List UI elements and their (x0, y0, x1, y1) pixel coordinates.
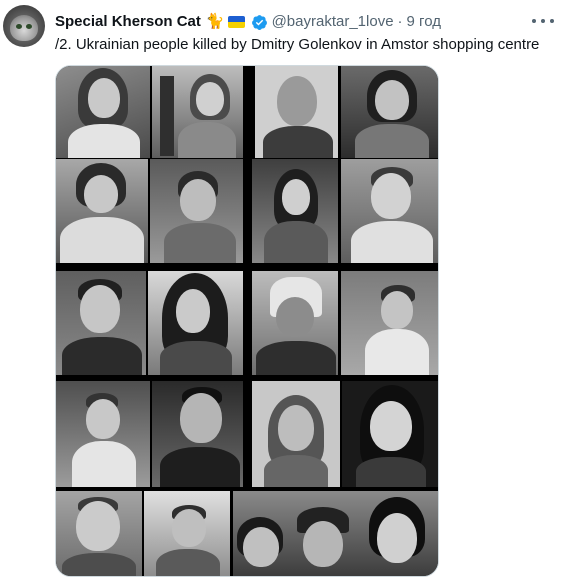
cat-emoji-icon: 🐈 (205, 13, 225, 30)
photo-12 (341, 271, 438, 375)
photo-16 (342, 381, 438, 487)
photo-11 (252, 271, 338, 375)
display-name[interactable]: Special Kherson Cat (55, 12, 201, 32)
photo-2 (152, 66, 243, 158)
separator-dot: · (397, 13, 403, 30)
photo-9 (56, 271, 146, 375)
tweet-header: Special Kherson Cat 🐈 @bayraktar_1love ·… (55, 11, 441, 33)
photo-8 (341, 159, 438, 263)
avatar-eye-left (16, 24, 22, 29)
photo-7 (252, 159, 338, 263)
avatar-eye-right (26, 24, 32, 29)
photo-15 (252, 381, 340, 487)
photo-3 (255, 66, 338, 158)
photo-1 (56, 66, 150, 158)
tweet[interactable]: Special Kherson Cat 🐈 @bayraktar_1love ·… (0, 0, 567, 579)
photo-5 (56, 159, 148, 263)
ukraine-flag-icon (227, 16, 245, 28)
user-handle[interactable]: @bayraktar_1love (272, 12, 394, 32)
timestamp[interactable]: 9 год (407, 12, 441, 32)
photo-14 (152, 381, 243, 487)
avatar[interactable] (3, 5, 45, 47)
photo-10 (148, 271, 243, 375)
photo-collage[interactable] (55, 65, 439, 577)
photo-17 (56, 491, 142, 576)
verified-badge-icon (251, 14, 267, 30)
photo-6 (150, 159, 243, 263)
tweet-text: /2. Ukrainian people killed by Dmitry Go… (55, 36, 540, 53)
photo-13 (56, 381, 150, 487)
ellipsis-icon[interactable] (532, 12, 554, 30)
photo-4 (341, 66, 438, 158)
cat-avatar-image (10, 15, 38, 41)
photo-18 (144, 491, 230, 576)
photo-19 (233, 491, 438, 576)
